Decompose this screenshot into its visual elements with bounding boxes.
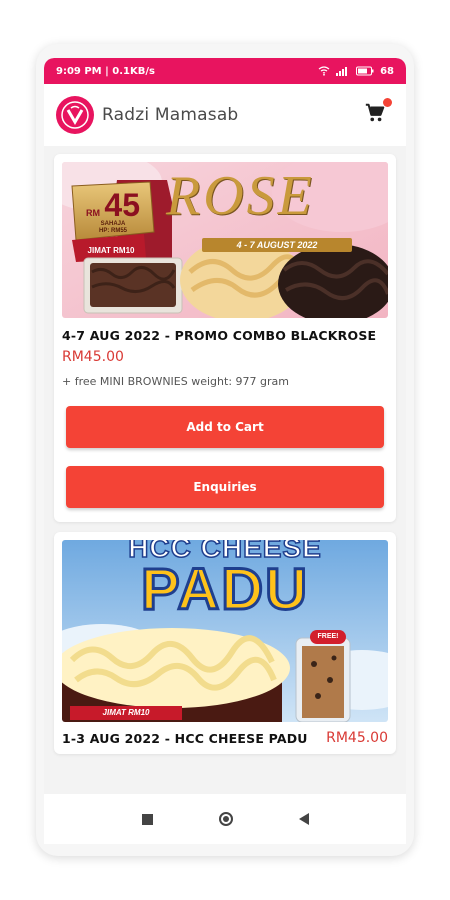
logo-icon (61, 101, 89, 129)
product-price: RM45.00 (62, 349, 124, 365)
phone-frame: 9:09 PM | 0.1KB/s 68 Radzi Mamasab RM 45… (36, 44, 414, 856)
product-title[interactable]: 1-3 AUG 2022 - HCC CHEESE PADU (62, 731, 308, 746)
promo-price-badge: RM 45 SAHAJA HP: RM55 (78, 187, 148, 235)
banner-headline: PADU (139, 556, 310, 624)
product-card[interactable]: HCC CHEESE PADU FREE! JIMAT RM10 1-3 AUG… (54, 532, 396, 754)
screen: 9:09 PM | 0.1KB/s 68 Radzi Mamasab RM 45… (44, 58, 406, 844)
brand-logo[interactable] (56, 96, 94, 134)
cart-icon (365, 103, 385, 122)
banner-dates: 4 - 7 AUGUST 2022 (236, 240, 318, 250)
battery-percent: 68 (380, 65, 394, 77)
product-list[interactable]: RM 45 SAHAJA HP: RM55 JIMAT RM10 ROSE 4 … (44, 146, 406, 794)
status-icons: 68 (318, 66, 394, 77)
cart-button[interactable] (364, 98, 392, 128)
free-badge: FREE! (317, 633, 339, 640)
recent-apps-icon[interactable] (141, 813, 153, 825)
wifi-icon (318, 66, 330, 76)
promo-price-amount: 45 (104, 187, 141, 223)
jimat-badge: JIMAT RM10 (87, 246, 135, 255)
product-card[interactable]: RM 45 SAHAJA HP: RM55 JIMAT RM10 ROSE 4 … (54, 154, 396, 522)
product-price: RM45.00 (326, 730, 388, 746)
promo-price-note: SAHAJA HP: RM55 (98, 221, 127, 234)
enquiries-button[interactable]: Enquiries (66, 466, 384, 508)
add-to-cart-button[interactable]: Add to Cart (66, 406, 384, 448)
status-time: 9:09 PM | 0.1KB/s (56, 65, 155, 77)
product-summary: 1-3 AUG 2022 - HCC CHEESE PADU RM45.00 (62, 730, 388, 746)
banner-headline: ROSE (166, 165, 315, 227)
product-title[interactable]: 4-7 AUG 2022 - PROMO COMBO BLACKROSE (62, 328, 388, 343)
jimat-badge: JIMAT RM10 (102, 708, 150, 717)
promo-price-prefix: RM (85, 208, 100, 218)
home-icon[interactable] (218, 812, 233, 826)
signal-icon (336, 67, 348, 76)
cart-badge (383, 98, 392, 107)
app-title: Radzi Mamasab (102, 105, 239, 125)
status-bar: 9:09 PM | 0.1KB/s 68 (44, 58, 406, 84)
app-bar: Radzi Mamasab (44, 84, 406, 146)
back-icon[interactable] (298, 813, 309, 825)
system-nav-bar (44, 794, 406, 844)
battery-icon (356, 66, 374, 76)
product-banner-image[interactable]: RM 45 SAHAJA HP: RM55 JIMAT RM10 ROSE 4 … (62, 162, 388, 318)
product-banner-image[interactable]: HCC CHEESE PADU FREE! JIMAT RM10 (62, 540, 388, 722)
product-description: + free MINI BROWNIES weight: 977 gram (62, 375, 289, 388)
